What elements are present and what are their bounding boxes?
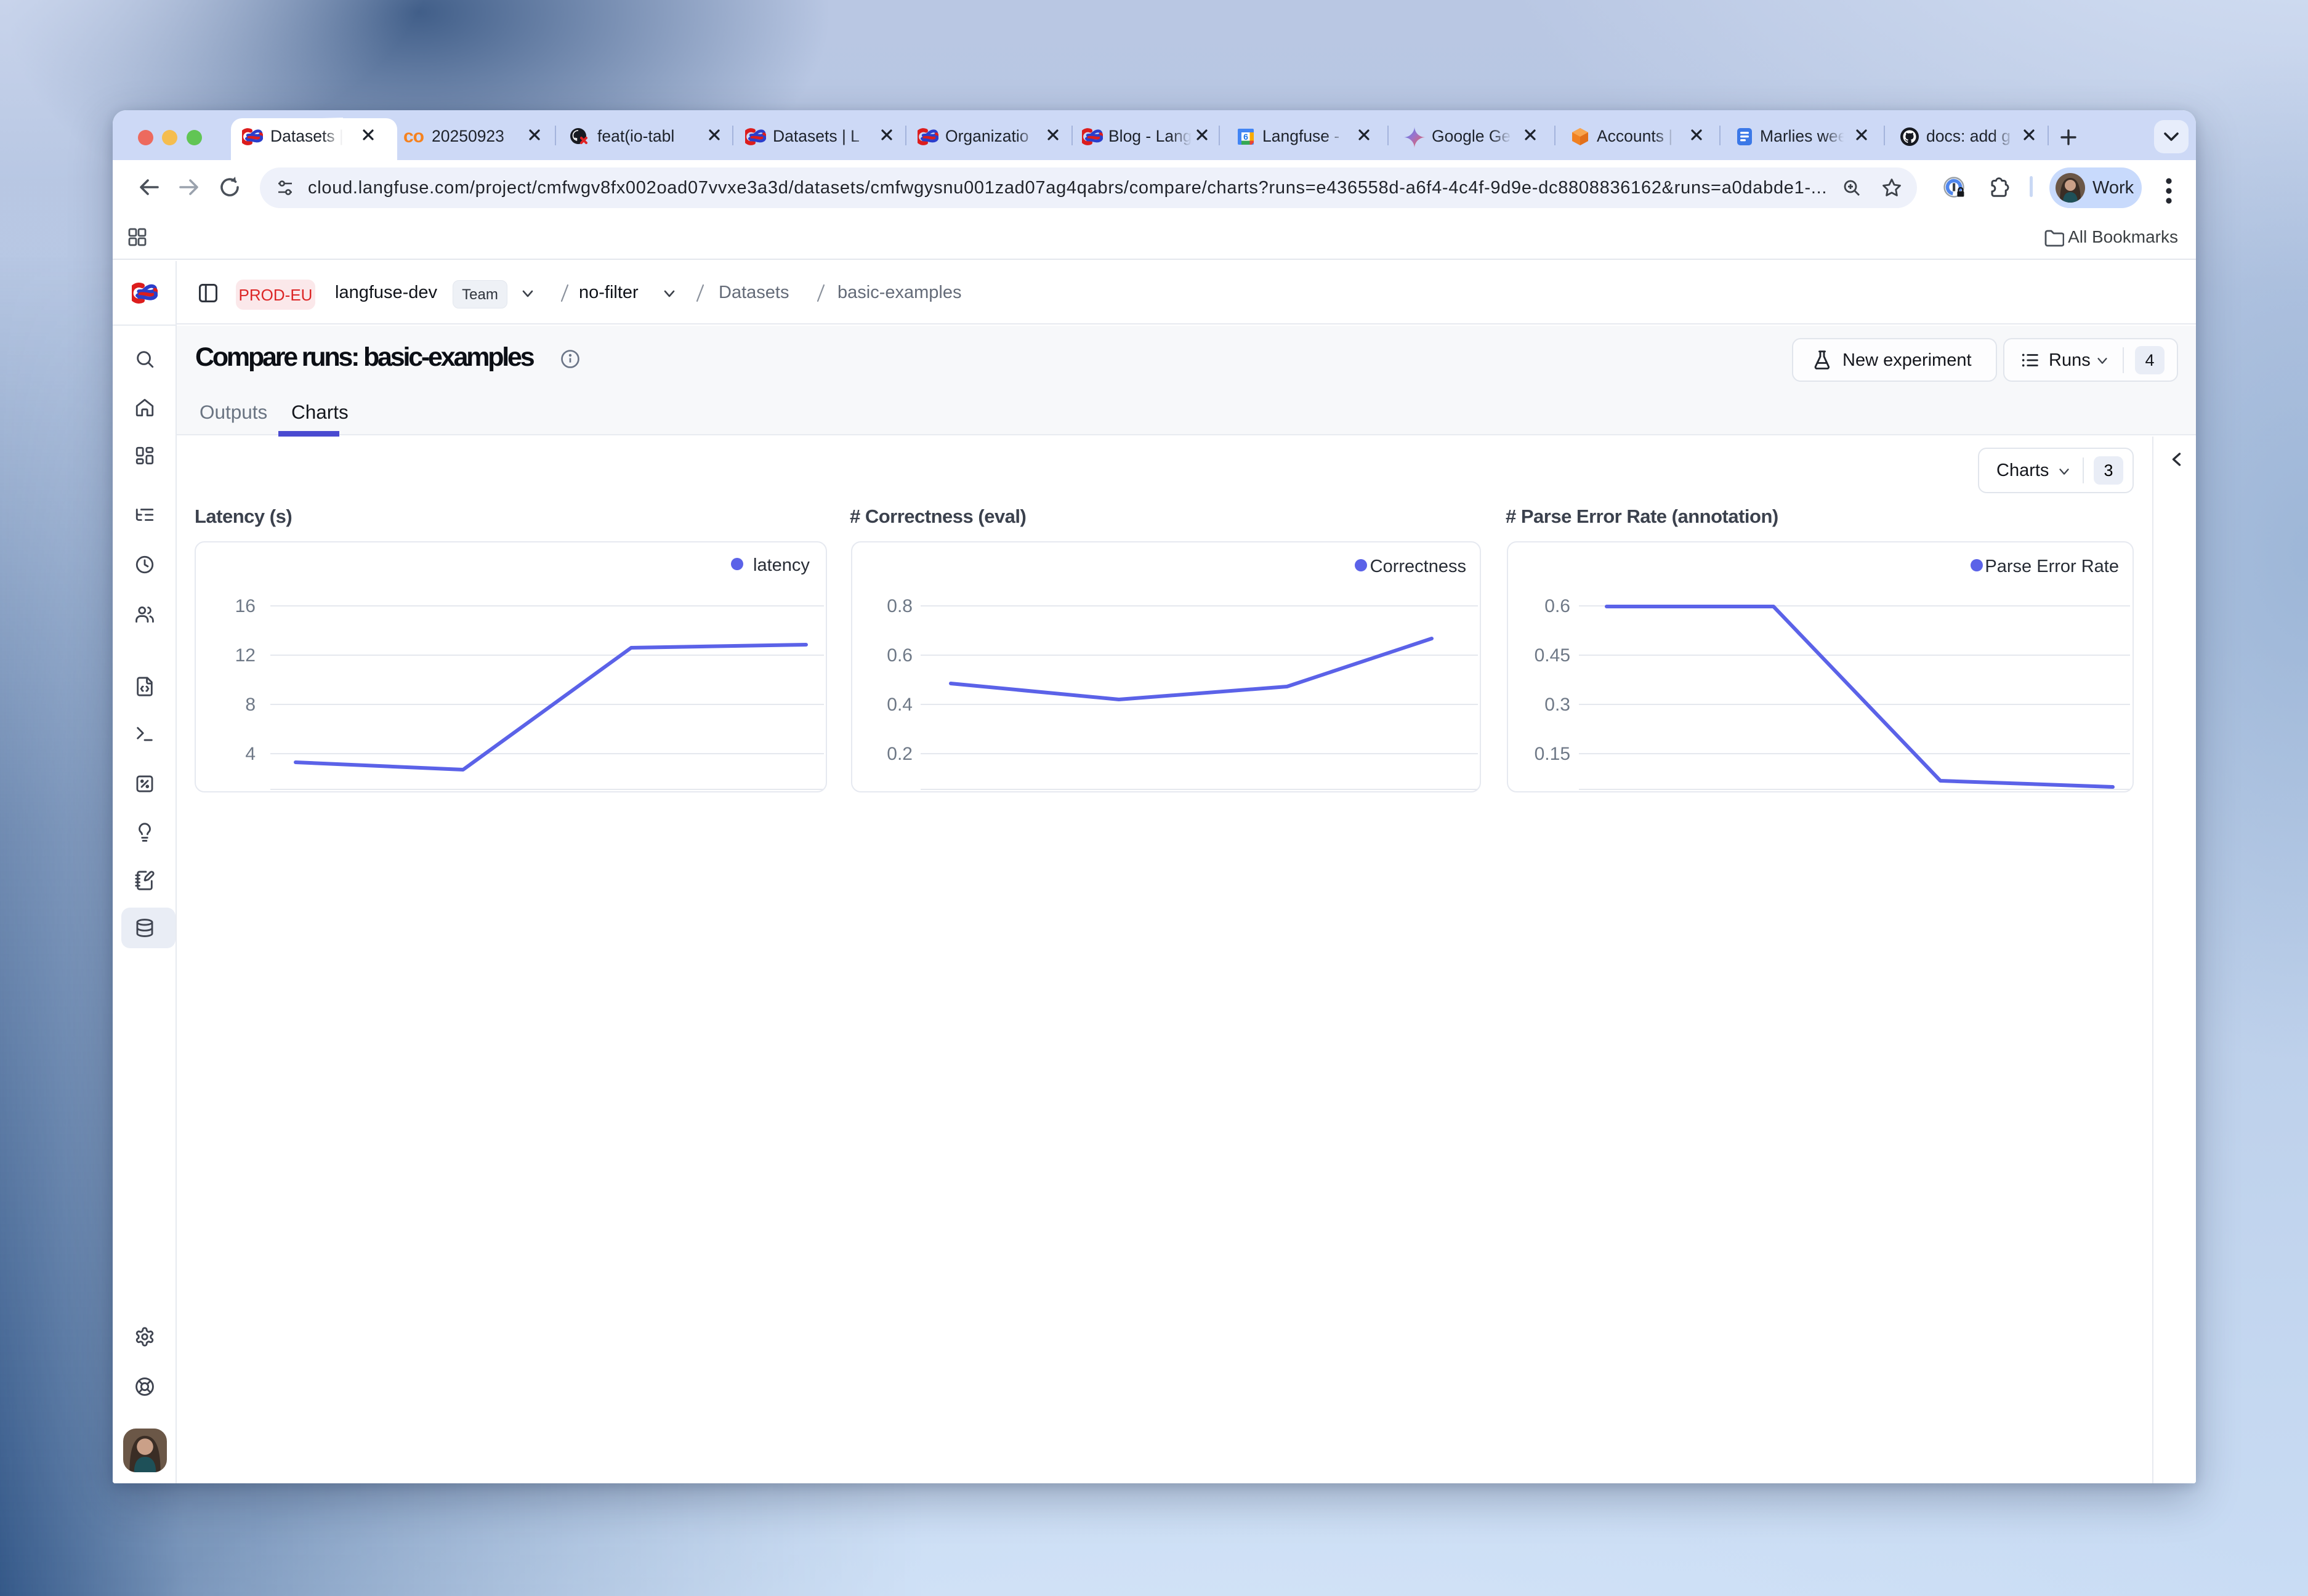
svg-text:0.3: 0.3 <box>1544 695 1570 715</box>
svg-text:4: 4 <box>245 744 256 764</box>
svg-text:Correctness: Correctness <box>1370 557 1466 576</box>
svg-text:0.8: 0.8 <box>887 596 913 616</box>
svg-text:0.15: 0.15 <box>1535 744 1570 764</box>
svg-text:0.6: 0.6 <box>887 645 913 666</box>
svg-text:16: 16 <box>235 596 256 616</box>
svg-text:0.2: 0.2 <box>887 744 913 764</box>
svg-text:8: 8 <box>245 695 256 715</box>
svg-text:0.45: 0.45 <box>1535 645 1570 666</box>
svg-text:12: 12 <box>235 645 256 666</box>
svg-text:latency: latency <box>753 555 810 575</box>
svg-text:Parse Error Rate: Parse Error Rate <box>1985 557 2119 576</box>
svg-text:0.6: 0.6 <box>1544 596 1570 616</box>
svg-text:6: 6 <box>1243 132 1248 142</box>
svg-text:0.4: 0.4 <box>887 695 913 715</box>
